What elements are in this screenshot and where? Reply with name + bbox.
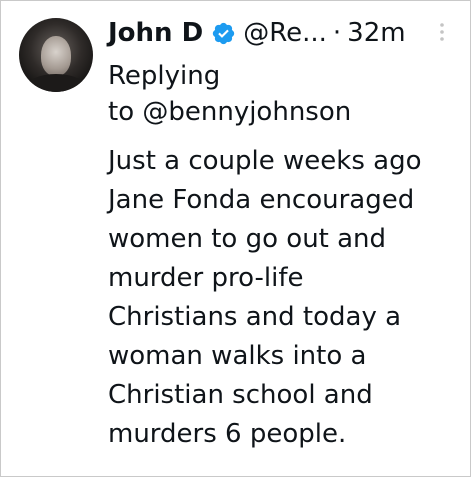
reply-context: Replying to @bennyjohnson xyxy=(108,58,351,130)
avatar[interactable] xyxy=(19,18,93,92)
verified-badge-icon xyxy=(211,21,236,46)
tweet-text-line: Christians and today a xyxy=(108,302,402,332)
tweet-text-line: Just a couple weeks ago xyxy=(108,146,422,176)
tweet-text: Just a couple weeks ago Jane Fonda encou… xyxy=(108,142,458,454)
tweet-text-line: Jane Fonda encouraged xyxy=(108,185,415,215)
author-handle[interactable]: @Re... xyxy=(243,18,327,48)
tweet-header: John D @Re... · 32m xyxy=(108,15,406,51)
author-name[interactable]: John D xyxy=(108,18,203,48)
reply-to-mention[interactable]: to @bennyjohnson xyxy=(108,94,351,130)
avatar-shoulders xyxy=(25,74,87,92)
tweet-card: John D @Re... · 32m Replying to @bennyjo… xyxy=(0,0,471,477)
tweet-text-line: woman walks into a xyxy=(108,341,367,371)
tweet-text-line: Christian school and xyxy=(108,380,373,410)
tweet-text-line: women to go out and xyxy=(108,224,387,254)
more-options-icon[interactable] xyxy=(439,21,445,43)
separator-dot: · xyxy=(332,18,342,48)
avatar-face xyxy=(41,36,71,76)
reply-prefix: Replying xyxy=(108,61,221,91)
tweet-text-line: murder pro-life xyxy=(108,263,304,293)
tweet-text-line: murders 6 people. xyxy=(108,419,347,449)
timestamp[interactable]: 32m xyxy=(347,18,405,48)
